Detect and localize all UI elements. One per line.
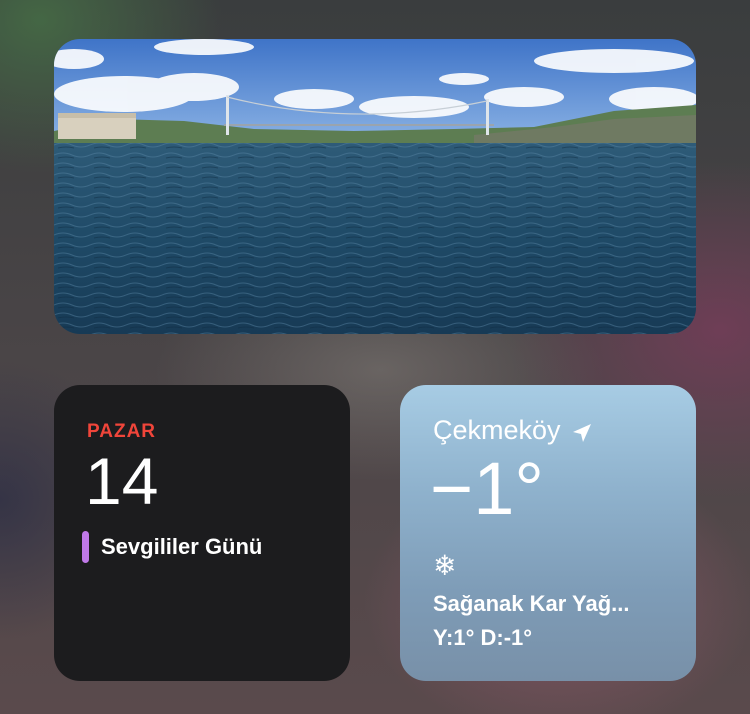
weather-condition: Sağanak Kar Yağ... [433,591,630,616]
weather-location: Çekmeköy [433,415,593,446]
calendar-event-label: Sevgililer Günü [101,534,263,559]
calendar-event[interactable]: Sevgililer Günü [82,531,262,563]
calendar-day-label: PAZAR [87,421,157,442]
bosphorus-photo [54,39,696,334]
calendar-widget[interactable]: PAZAR 14 Sevgililer Günü [54,385,350,681]
weather-widget[interactable]: Çekmeköy −1° ❄ Sağanak Kar Yağ... Y:1° D… [400,385,696,681]
weather-high-low: Y:1° D:-1° [433,625,533,650]
weather-city: Çekmeköy [433,415,561,445]
event-color-bar [82,531,89,563]
weather-temperature: −1° [430,447,544,530]
calendar-date: 14 [85,444,159,518]
location-arrow-icon [571,420,593,442]
snowflake-icon: ❄ [433,550,457,581]
photo-widget[interactable] [54,39,696,334]
